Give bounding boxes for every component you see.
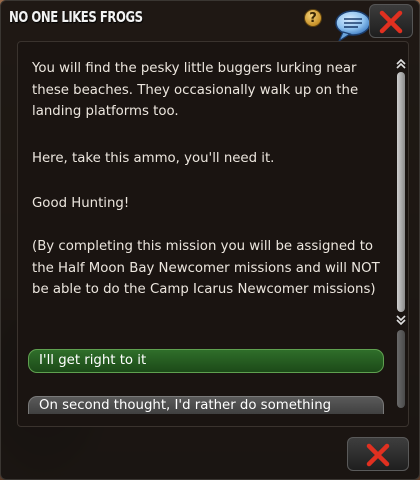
scrollbar[interactable] xyxy=(396,58,406,408)
dialog-paragraph: (By completing this mission you will be … xyxy=(32,239,380,297)
dialog-paragraph: You will find the pesky little buggers l… xyxy=(32,61,359,119)
scrollbar-thumb[interactable] xyxy=(397,72,405,312)
dialog-paragraph: Good Hunting! xyxy=(32,196,130,211)
help-icon[interactable]: ? xyxy=(304,9,322,27)
scroll-up-arrow-icon[interactable] xyxy=(396,58,406,70)
close-icon xyxy=(366,443,390,467)
choice-accept-button[interactable]: I'll get right to it xyxy=(28,349,384,373)
choice-decline-button[interactable]: On second thought, I'd rather do somethi… xyxy=(28,396,384,414)
speech-bubble-icon[interactable] xyxy=(333,9,373,43)
bottom-close-button[interactable] xyxy=(347,437,409,471)
dialog-paragraph: Here, take this ammo, you'll need it. xyxy=(32,151,275,166)
dialog-content-panel: You will find the pesky little buggers l… xyxy=(17,41,409,427)
window-title: NO ONE LIKES FROGS xyxy=(9,8,143,26)
scrollbar-lower-track[interactable] xyxy=(397,330,405,408)
close-icon xyxy=(379,10,403,34)
scroll-down-arrow-icon[interactable] xyxy=(396,314,406,326)
mission-dialog-window: NO ONE LIKES FROGS ? You will find the p… xyxy=(0,0,420,480)
title-close-button[interactable] xyxy=(369,4,413,38)
